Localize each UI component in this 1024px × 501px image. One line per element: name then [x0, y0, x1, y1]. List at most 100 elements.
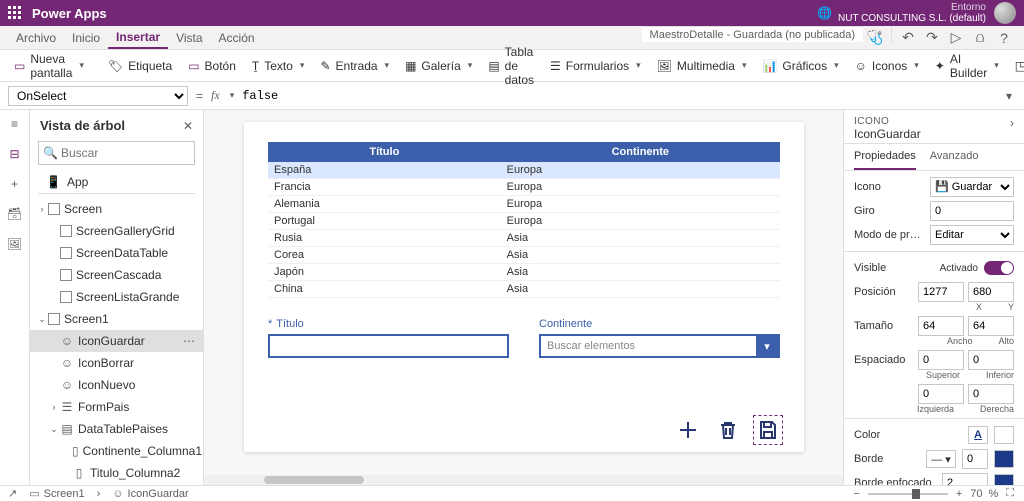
- environment-picker[interactable]: Entorno NUT CONSULTING S.L. (default): [838, 2, 994, 24]
- environment-icon: 🌐: [817, 6, 832, 20]
- menu-archivo[interactable]: Archivo: [8, 26, 64, 49]
- tree-app-node[interactable]: 📱App: [38, 171, 195, 194]
- ribbon-text[interactable]: ṮTexto▾: [246, 56, 311, 76]
- breadcrumb-screen[interactable]: ▭Screen1: [29, 487, 84, 500]
- tree-node-cascada[interactable]: ScreenCascada: [30, 264, 203, 286]
- prop-visible-toggle[interactable]: [984, 261, 1014, 275]
- tree-node-iconborrar[interactable]: ☺IconBorrar: [30, 352, 203, 374]
- ribbon-multimedia[interactable]: 🖼Multimedia▾: [651, 56, 753, 76]
- zoom-fit-icon[interactable]: ⛶: [1004, 487, 1016, 500]
- prop-displaymode-select[interactable]: Editar: [930, 225, 1014, 245]
- table-row[interactable]: RusiaAsia: [268, 230, 780, 247]
- prop-focus-w-input[interactable]: [942, 473, 988, 485]
- prop-x-input[interactable]: [918, 282, 964, 302]
- ribbon-gallery[interactable]: ▦Galería▾: [399, 56, 478, 76]
- ribbon-datatable[interactable]: ▤Tabla de datos: [482, 42, 540, 90]
- tree-node-datatablepaises[interactable]: ⌄▤DataTablePaises: [30, 418, 203, 440]
- canvas-area[interactable]: TítuloContinenteEspañaEuropaFranciaEurop…: [204, 110, 844, 485]
- prop-color-fill[interactable]: [994, 426, 1014, 444]
- prop-h-input[interactable]: [968, 316, 1014, 336]
- undo-icon[interactable]: ↶: [896, 26, 920, 49]
- menu-insertar[interactable]: Insertar: [108, 26, 168, 49]
- prop-focus-color[interactable]: [994, 474, 1014, 485]
- prop-y-input[interactable]: [968, 282, 1014, 302]
- screen-canvas[interactable]: TítuloContinenteEspañaEuropaFranciaEurop…: [244, 122, 804, 452]
- titulo-input[interactable]: [268, 334, 509, 358]
- tree-node-iconnuevo[interactable]: ☺IconNuevo: [30, 374, 203, 396]
- ribbon-forms[interactable]: ☰Formularios▾: [544, 56, 647, 76]
- table-row[interactable]: CoreaAsia: [268, 247, 780, 264]
- table-row[interactable]: PortugalEuropa: [268, 213, 780, 230]
- tab-avanzado[interactable]: Avanzado: [930, 144, 979, 170]
- continente-combo[interactable]: Buscar elementos ▾: [539, 334, 780, 358]
- table-row[interactable]: JapónAsia: [268, 264, 780, 281]
- ribbon-icons[interactable]: ☺Iconos▾: [849, 56, 925, 76]
- share-icon[interactable]: ⩍: [968, 26, 992, 49]
- rail-media-icon[interactable]: 🖼: [7, 236, 23, 252]
- table-row[interactable]: ChinaAsia: [268, 281, 780, 298]
- zoom-in-icon[interactable]: +: [954, 488, 964, 500]
- ribbon-input[interactable]: ✎Entrada▾: [314, 56, 395, 76]
- prop-icon-select[interactable]: 💾 Guardar: [930, 177, 1014, 197]
- menu-accion[interactable]: Acción: [211, 26, 263, 49]
- ribbon-label[interactable]: 🏷Etiqueta: [102, 56, 178, 76]
- tree-node-formpais[interactable]: ›☰FormPais: [30, 396, 203, 418]
- tree-node-listagrande[interactable]: ScreenListaGrande: [30, 286, 203, 308]
- ribbon-button[interactable]: ▭Botón: [182, 56, 242, 76]
- prop-w-input[interactable]: [918, 316, 964, 336]
- ribbon-mixedreality[interactable]: ◳Mixed Reality▾: [1009, 49, 1024, 83]
- tree-node-more-icon[interactable]: ⋯: [179, 334, 199, 348]
- zoom-out-icon[interactable]: −: [851, 488, 861, 500]
- prop-pad-l-input[interactable]: [918, 384, 964, 404]
- tree-search-input[interactable]: [38, 141, 195, 165]
- prop-pad-b-input[interactable]: [968, 350, 1014, 370]
- rail-hamburger-icon[interactable]: ≡: [7, 116, 23, 132]
- canvas-trash-icon[interactable]: [716, 418, 740, 442]
- tree-node-col-titulo[interactable]: ▯Titulo_Columna2: [30, 462, 203, 484]
- prop-pad-t-input[interactable]: [918, 350, 964, 370]
- tree-node-iconguardar[interactable]: ☺IconGuardar⋯: [30, 330, 203, 352]
- tree-node-screen1[interactable]: ⌄Screen1: [30, 308, 203, 330]
- play-icon[interactable]: ▷: [944, 26, 968, 49]
- status-expand-icon[interactable]: ↗: [8, 487, 17, 500]
- table-row[interactable]: AlemaniaEuropa: [268, 196, 780, 213]
- ribbon-charts[interactable]: 📊Gráficos▾: [756, 56, 844, 76]
- tree-node-datatable[interactable]: ScreenDataTable: [30, 242, 203, 264]
- prop-border-w-input[interactable]: [962, 449, 988, 469]
- prop-border-color[interactable]: [994, 450, 1014, 468]
- breadcrumb-element[interactable]: ☺IconGuardar: [112, 488, 188, 500]
- tree-close-icon[interactable]: ✕: [183, 119, 193, 133]
- prop-pad-r-input[interactable]: [968, 384, 1014, 404]
- tree-node-gallerygrid[interactable]: ScreenGalleryGrid: [30, 220, 203, 242]
- user-avatar[interactable]: [994, 2, 1016, 24]
- tab-propiedades[interactable]: Propiedades: [854, 144, 916, 170]
- app-launcher-icon[interactable]: [8, 6, 22, 20]
- ribbon-new-screen[interactable]: ▭Nueva pantalla▾: [8, 49, 90, 83]
- canvas-save-icon[interactable]: [756, 418, 780, 442]
- help-icon[interactable]: ?: [992, 26, 1016, 49]
- menu-inicio[interactable]: Inicio: [64, 26, 108, 49]
- tree-node-col-continente[interactable]: ▯Continente_Columna1: [30, 440, 203, 462]
- rail-tree-icon[interactable]: ⊟: [7, 146, 23, 162]
- rail-data-icon[interactable]: 🗃: [7, 206, 23, 222]
- zoom-slider[interactable]: [868, 493, 948, 495]
- formula-input[interactable]: [242, 86, 994, 106]
- data-table[interactable]: TítuloContinenteEspañaEuropaFranciaEurop…: [268, 142, 780, 298]
- formula-expand-icon[interactable]: ▾: [1002, 89, 1016, 103]
- app-checker-icon[interactable]: 🩺: [863, 26, 887, 49]
- prop-rotation-input[interactable]: [930, 201, 1014, 221]
- redo-icon[interactable]: ↷: [920, 26, 944, 49]
- tree-node-screen[interactable]: ›Screen: [30, 198, 203, 220]
- prop-color-font[interactable]: A: [968, 426, 988, 444]
- rail-insert-icon[interactable]: +: [7, 176, 23, 192]
- chevron-down-icon[interactable]: ▾: [756, 336, 778, 356]
- menu-vista[interactable]: Vista: [168, 26, 210, 49]
- property-selector[interactable]: OnSelect: [8, 86, 188, 106]
- canvas-add-icon[interactable]: [676, 418, 700, 442]
- prop-border-style[interactable]: — ▾: [926, 450, 956, 468]
- canvas-h-scrollbar[interactable]: [204, 475, 843, 485]
- table-row[interactable]: FranciaEuropa: [268, 179, 780, 196]
- ribbon-aibuilder[interactable]: ✦AI Builder▾: [929, 49, 1005, 83]
- table-row[interactable]: EspañaEuropa: [268, 162, 780, 179]
- props-expand-icon[interactable]: ›: [1010, 116, 1014, 130]
